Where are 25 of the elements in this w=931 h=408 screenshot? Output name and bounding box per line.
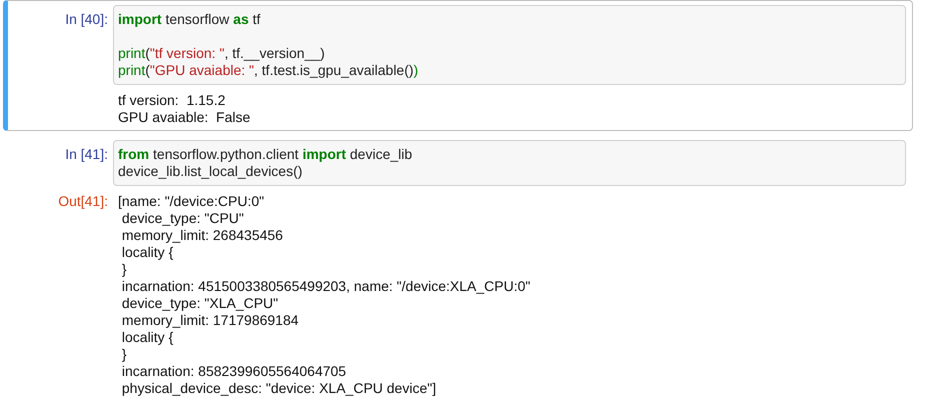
output-line: device_type: "CPU" — [120, 210, 244, 227]
code-line: device_lib.list_local_devices() — [118, 163, 302, 180]
code-line: from tensorflow.python.client import device_lib — [118, 146, 412, 163]
code-input[interactable]: from tensorflow.python.client import device_lib device_lib.list_local_devices() — [113, 140, 906, 186]
output-line: incarnation: 4515003380565499203, name: "/device:XLA_CPU:0" — [120, 278, 530, 295]
output-line: locality { — [120, 244, 174, 261]
output-line: GPU avaiable: False — [118, 109, 250, 126]
output-line: incarnation: 8582399605564064705 — [120, 363, 346, 380]
input-prompt: In [40]: — [65, 11, 108, 29]
output-line: } — [120, 346, 127, 363]
output-line: locality { — [120, 329, 174, 346]
output-prompt: Out[41]: — [58, 193, 108, 211]
code-line: print("GPU avaiable: ", tf.test.is_gpu_available()) — [118, 62, 418, 79]
output-line: } — [120, 261, 127, 278]
output-line: memory_limit: 17179869184 — [120, 312, 299, 329]
output-line: memory_limit: 268435456 — [120, 227, 283, 244]
output-line: tf version: 1.15.2 — [118, 92, 226, 109]
code-line: import tensorflow as tf — [118, 11, 260, 28]
code-input[interactable]: import tensorflow as tf print("tf version: ", tf.__version__) print("GPU avaiable: ", tf.test.is_gpu_available()) — [113, 5, 906, 85]
input-prompt: In [41]: — [65, 146, 108, 164]
output-line: device_type: "XLA_CPU" — [120, 295, 278, 312]
code-line: print("tf version: ", tf.__version__) — [118, 45, 325, 62]
notebook-cell[interactable]: In [40]: import tensorflow as tf print("tf version: ", tf.__version__) print("GPU avaiable: ", tf.test.is_gpu_available()) tf version: 1.15.2 GPU avaiable: False — [3, 0, 913, 131]
output-line: [name: "/device:CPU:0" — [118, 193, 264, 210]
output-line: physical_device_desc: "device: XLA_CPU device"] — [120, 380, 436, 397]
